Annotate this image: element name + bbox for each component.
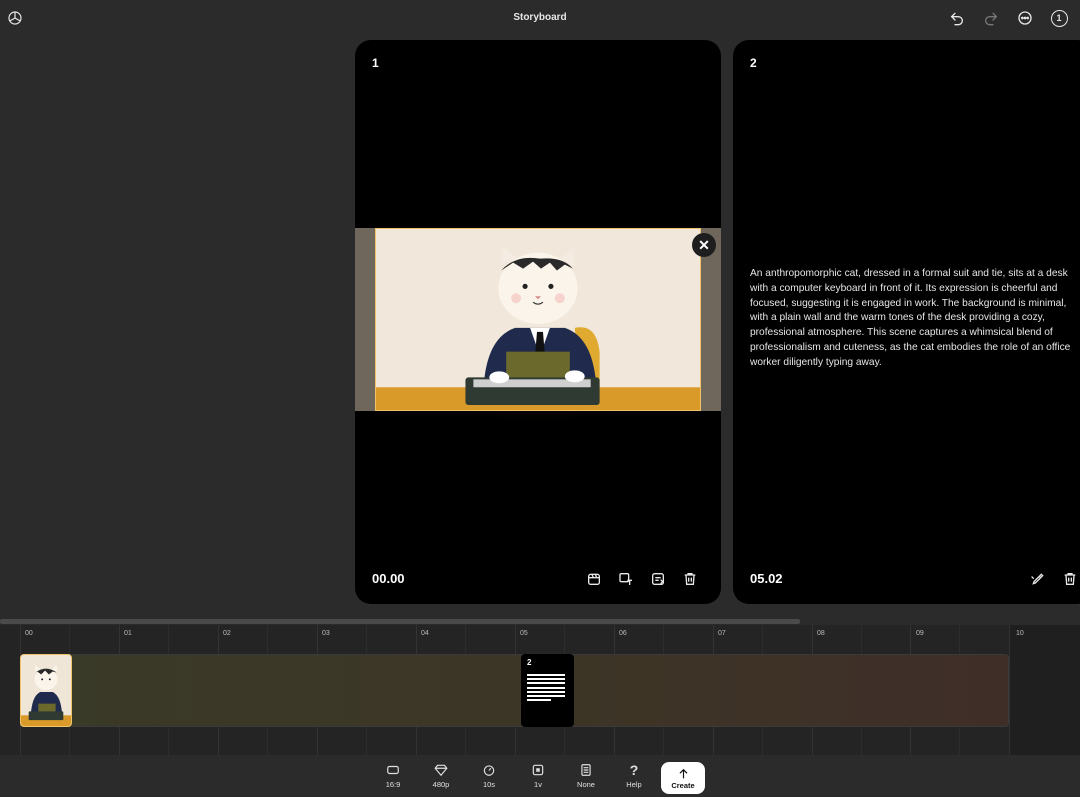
diamond-icon [434, 764, 448, 777]
tick-label: 03 [322, 630, 330, 637]
tick-label: 00 [25, 630, 33, 637]
page-title: Storyboard [513, 12, 567, 23]
aspect-ratio-button[interactable]: 16:9 [373, 763, 413, 793]
card-actions [584, 569, 699, 588]
tick-label: 04 [421, 630, 429, 637]
arrow-up-icon [679, 768, 687, 778]
trash-icon[interactable] [680, 569, 699, 588]
image-to-text-icon[interactable] [616, 569, 635, 588]
tick-label: 05 [520, 630, 528, 637]
scrollbar-thumb[interactable] [0, 619, 800, 624]
clapperboard-icon[interactable] [584, 569, 603, 588]
storyboard-card-2[interactable]: 2 An anthropomorphic cat, dressed in a f… [733, 40, 1080, 604]
timeline-clip-2[interactable]: 2 [521, 654, 574, 727]
help-button[interactable]: ? Help [614, 763, 654, 793]
tick-label: 09 [916, 630, 924, 637]
tick-label: 01 [124, 630, 132, 637]
clip-number: 2 [527, 658, 532, 667]
redo-icon[interactable] [982, 9, 1000, 27]
top-bar: Storyboard 1 [0, 0, 1080, 36]
timeline-end-region [1009, 625, 1080, 755]
storyboard-card-1[interactable]: 1 ✕ 00.00 [355, 40, 721, 604]
timeline-track[interactable] [20, 654, 1009, 727]
card-image[interactable] [355, 228, 721, 411]
create-button[interactable]: Create [661, 762, 705, 794]
tick-label: 06 [619, 630, 627, 637]
text-edit-icon[interactable] [648, 569, 667, 588]
more-options-icon[interactable] [1016, 9, 1034, 27]
style-preset-button[interactable]: None [566, 763, 606, 793]
variations-button[interactable]: 1v [518, 763, 558, 793]
card-number: 2 [750, 56, 757, 70]
edit-pen-icon[interactable] [1028, 569, 1047, 588]
timeline[interactable]: 00 01 02 03 04 05 06 07 08 09 10 2 [0, 625, 1080, 755]
tick-label: 07 [718, 630, 726, 637]
question-mark-icon: ? [629, 762, 639, 778]
preset-icon [581, 764, 591, 776]
scene-description[interactable]: An anthropomorphic cat, dressed in a for… [750, 267, 1080, 371]
bottom-toolbar: 16:9 480p 10s 1v None ? Help Create [0, 755, 1080, 797]
text-lines-icon [527, 674, 565, 703]
resolution-button[interactable]: 480p [421, 763, 461, 793]
card-number: 1 [372, 56, 379, 70]
remove-image-button[interactable]: ✕ [692, 233, 716, 257]
tick-label: 10 [1016, 630, 1024, 637]
card-timestamp: 00.00 [372, 571, 405, 586]
timeline-clip-1[interactable] [20, 654, 72, 727]
cat-illustration [375, 228, 701, 411]
undo-icon[interactable] [948, 9, 966, 27]
aspect-ratio-icon [387, 765, 399, 775]
card-timestamp: 05.02 [750, 571, 783, 586]
stopwatch-icon [483, 765, 495, 776]
variations-icon [532, 764, 544, 776]
trash-icon[interactable] [1060, 569, 1079, 588]
tick-label: 02 [223, 630, 231, 637]
count-badge[interactable]: 1 [1050, 9, 1068, 27]
card-actions [1028, 569, 1079, 588]
duration-button[interactable]: 10s [469, 763, 509, 793]
tick-label: 08 [817, 630, 825, 637]
